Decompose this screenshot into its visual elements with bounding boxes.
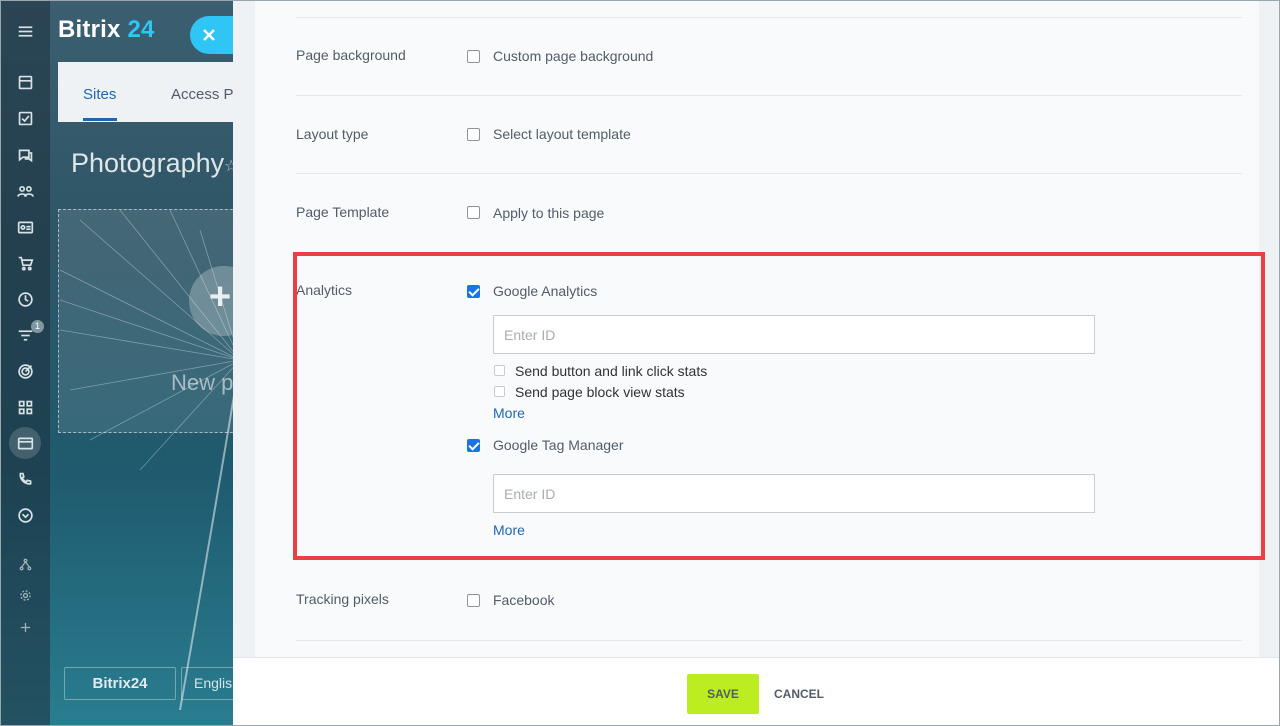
analytics-highlight-frame — [293, 252, 1265, 560]
select-layout-template-checkbox[interactable] — [467, 128, 480, 141]
shop-icon[interactable] — [15, 254, 35, 272]
clock-icon[interactable] — [15, 290, 35, 308]
page-background-label: Page background — [296, 47, 406, 63]
divider — [296, 640, 1242, 641]
left-sidebar: 1 — [0, 0, 50, 726]
active-tab-underline — [83, 118, 117, 121]
top-tabs: Sites Access P — [58, 62, 234, 122]
new-page-label: New p — [171, 370, 234, 395]
save-button[interactable]: SAVE — [687, 674, 759, 714]
tab-sites[interactable]: Sites — [83, 86, 116, 103]
page-template-label: Page Template — [296, 204, 390, 220]
site-title: Photography — [71, 148, 225, 178]
custom-page-background-checkbox[interactable] — [467, 50, 480, 63]
structure-icon[interactable] — [15, 555, 35, 573]
tasks-icon[interactable] — [15, 109, 35, 127]
apply-to-this-page-label[interactable]: Apply to this page — [493, 205, 604, 221]
group-icon[interactable] — [15, 182, 35, 200]
custom-page-background-label[interactable]: Custom page background — [493, 48, 653, 64]
settings-form: Page background Custom page background L… — [255, 0, 1265, 660]
facebook-checkbox[interactable] — [467, 594, 480, 607]
phone-icon[interactable] — [15, 470, 35, 488]
cancel-button[interactable]: CANCEL — [769, 674, 829, 714]
feed-icon[interactable] — [15, 73, 35, 91]
layout-type-label: Layout type — [296, 126, 369, 142]
footer-brand-button[interactable]: Bitrix24 — [64, 667, 176, 700]
sites-icon[interactable] — [15, 434, 35, 452]
chat-icon[interactable] — [15, 146, 35, 164]
language-selector[interactable]: Englis — [181, 667, 241, 700]
contacts-icon[interactable] — [15, 218, 35, 236]
settings-slider-panel: Page background Custom page background L… — [233, 0, 1280, 726]
divider — [296, 173, 1242, 174]
apps-icon[interactable] — [15, 398, 35, 416]
settings-icon[interactable] — [15, 586, 35, 604]
facebook-label[interactable]: Facebook — [493, 592, 554, 608]
target-icon[interactable] — [15, 362, 35, 380]
select-layout-template-label[interactable]: Select layout template — [493, 126, 631, 142]
plus-icon[interactable] — [15, 618, 35, 636]
new-page-tile[interactable]: + New p — [58, 209, 259, 433]
tracking-pixels-label: Tracking pixels — [296, 591, 389, 607]
divider — [296, 95, 1242, 96]
divider — [296, 17, 1242, 18]
tab-access-permissions[interactable]: Access P — [171, 86, 234, 103]
plus-icon: + — [209, 276, 232, 318]
more-icon[interactable] — [15, 506, 35, 524]
app-logo[interactable]: Bitrix 24 — [58, 16, 155, 44]
apply-to-this-page-checkbox[interactable] — [467, 206, 480, 219]
menu-icon[interactable] — [15, 22, 35, 40]
notification-badge: 1 — [31, 320, 44, 333]
action-bar: SAVE CANCEL — [233, 657, 1280, 726]
close-icon — [203, 29, 215, 41]
